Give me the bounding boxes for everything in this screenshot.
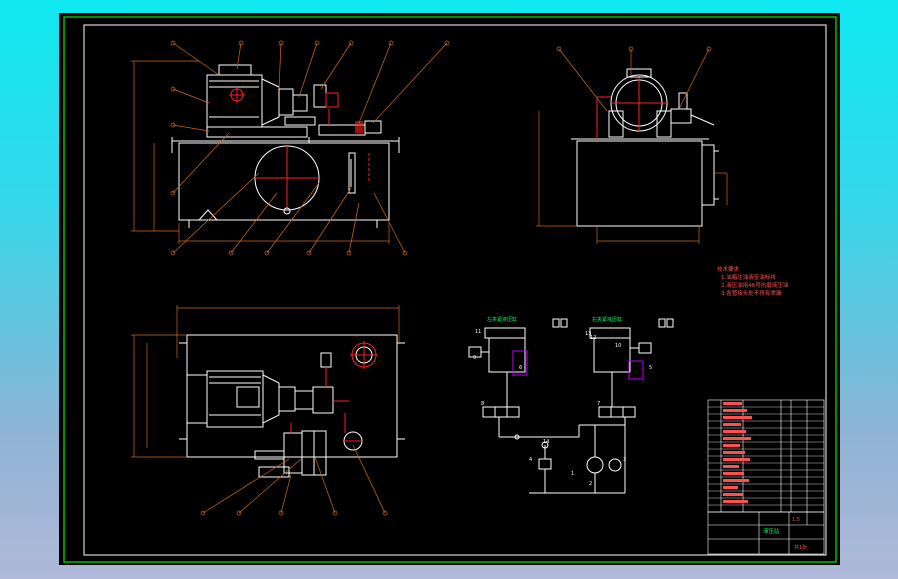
cylinder-right-label: 右夹紧液压缸 <box>592 316 622 323</box>
cad-drawing: 11 1312 10914 8 71 234 56 左夹紧液压缸 右夹紧液压缸 技术… <box>63 16 837 563</box>
notes-line-1: 1.油箱注油液至油标线 <box>721 273 776 281</box>
svg-text:4: 4 <box>529 457 532 463</box>
technical-notes: 技术要求 1.油箱注油液至油标线 2.液压油用46号抗磨液压油 3.各管接头处不… <box>717 265 789 297</box>
svg-text:14: 14 <box>543 439 549 445</box>
cylinder-left-label: 左夹紧液压缸 <box>487 316 517 323</box>
svg-text:8: 8 <box>481 401 484 407</box>
notes-line-2: 2.液压油用46号抗磨液压油 <box>721 281 789 289</box>
parts-row-entry <box>723 430 746 433</box>
parts-row-entry <box>723 416 752 419</box>
notes-title: 技术要求 <box>717 265 740 273</box>
parts-row-entry <box>723 437 751 440</box>
svg-text:1: 1 <box>571 471 574 477</box>
svg-text:7: 7 <box>597 401 600 407</box>
outer-frame <box>63 16 837 563</box>
svg-text:2: 2 <box>589 481 592 487</box>
parts-row-entry <box>723 409 747 412</box>
side-view <box>536 46 728 244</box>
parts-row-entry <box>723 472 744 475</box>
parts-row-entry <box>723 500 748 503</box>
notes-line-3: 3.各管接头处不得有渗漏 <box>721 289 782 297</box>
svg-text:10: 10 <box>615 343 621 349</box>
drawing-sheet: 11 13 12 10 9 14 871 234 56 左夹紧液压缸 右夹紧液压缸 技术… <box>59 13 840 565</box>
svg-text:11: 11 <box>475 329 481 335</box>
svg-text:5: 5 <box>649 365 652 371</box>
parts-row-entry <box>723 479 749 482</box>
drawing-scale: 1:5 <box>792 517 800 523</box>
plan-view <box>131 305 405 516</box>
drawing-sheet-count: 共1张 <box>794 544 807 551</box>
parts-row-entry <box>723 493 743 496</box>
parts-row-entry <box>723 458 750 461</box>
svg-text:12: 12 <box>590 335 596 341</box>
parts-row-entry <box>723 444 740 447</box>
parts-row-entry <box>723 402 742 405</box>
hydraulic-schematic <box>468 327 652 494</box>
inner-frame <box>83 24 827 556</box>
parts-row-entry <box>723 423 741 426</box>
parts-row-entry <box>723 486 738 489</box>
parts-row-entry <box>723 465 739 468</box>
drawing-name: 液压站 <box>763 527 780 535</box>
svg-text:6: 6 <box>519 365 522 371</box>
svg-text:3: 3 <box>623 457 626 463</box>
parts-row-entry <box>723 451 745 454</box>
svg-text:9: 9 <box>473 355 476 361</box>
front-view <box>131 40 450 256</box>
